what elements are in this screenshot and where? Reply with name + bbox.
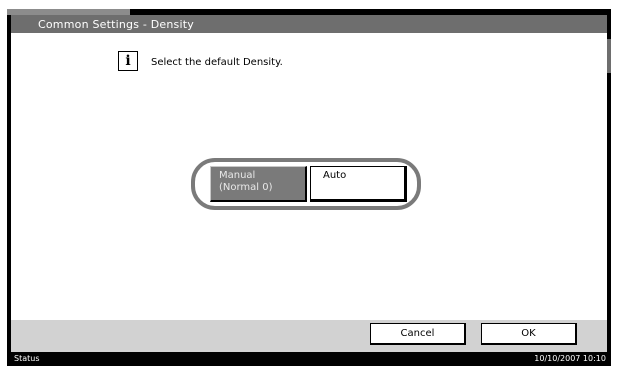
page-title: Common Settings - Density <box>38 18 194 31</box>
auto-button[interactable]: Auto <box>310 166 407 202</box>
manual-button[interactable]: Manual (Normal 0) <box>210 166 307 202</box>
status-button[interactable]: Status <box>14 354 40 363</box>
manual-button-label: Manual <box>219 170 256 181</box>
scrollbar-thumb <box>607 39 611 73</box>
manual-button-sublabel: (Normal 0) <box>219 182 273 193</box>
instruction-message: Select the default Density. <box>151 57 283 68</box>
info-icon: i <box>118 51 140 73</box>
cancel-button[interactable]: Cancel <box>370 323 466 345</box>
scrollbar <box>607 15 611 352</box>
datetime-display: 10/10/2007 10:10 <box>534 354 606 363</box>
ok-button[interactable]: OK <box>481 323 577 345</box>
auto-button-label: Auto <box>323 170 347 181</box>
status-bar <box>7 352 611 366</box>
